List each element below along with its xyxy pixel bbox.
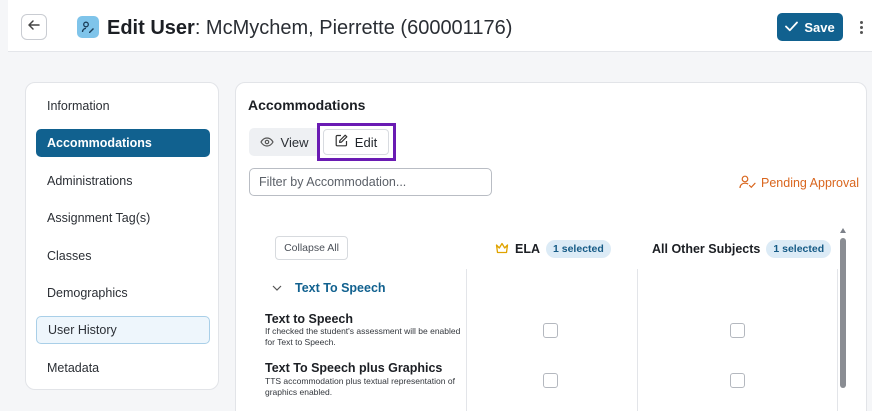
pending-approval-link[interactable]: Pending Approval [739, 174, 859, 192]
sidebar-item-label: Administrations [47, 174, 133, 188]
sidebar-item-assignment-tags[interactable]: Assignment Tag(s) [36, 204, 210, 232]
arrow-left-icon [27, 18, 41, 37]
edit-icon [335, 134, 348, 150]
sidebar-item-demographics[interactable]: Demographics [36, 279, 210, 307]
edit-user-icon [77, 16, 99, 38]
accommodation-row-description: TTS accommodation plus textual represent… [265, 376, 455, 397]
view-mode-label: View [280, 134, 309, 150]
sidebar-item-label: Assignment Tag(s) [47, 211, 151, 225]
save-button[interactable]: Save [777, 13, 843, 41]
sidebar-item-label: Classes [47, 249, 92, 263]
column-header-label: ELA [515, 242, 540, 256]
accommodation-row-title: Text to Speech [265, 312, 353, 326]
accommodation-row-title: Text To Speech plus Graphics [265, 361, 443, 375]
sidebar-item-label: Demographics [47, 286, 128, 300]
column-divider [837, 269, 838, 411]
scroll-up-arrow[interactable] [840, 228, 846, 233]
vertical-scrollbar[interactable] [840, 228, 848, 388]
group-label: Text To Speech [295, 281, 386, 295]
sidebar-item-user-history[interactable]: User History [36, 316, 210, 344]
page-title: Edit User: McMychem, Pierrette (60000117… [107, 15, 512, 41]
eye-icon [259, 135, 274, 150]
sidebar-item-administrations[interactable]: Administrations [36, 167, 210, 195]
sidebar-item-label: Information [47, 99, 110, 113]
edit-mode-label: Edit [354, 134, 378, 150]
sidebar-item-label: Accommodations [47, 136, 152, 150]
column-header-all-other-subjects: All Other Subjects 1 selected [652, 240, 832, 258]
pending-approval-label: Pending Approval [761, 176, 859, 190]
sidebar-nav: Information Accommodations Administratio… [25, 82, 219, 390]
collapse-all-button[interactable]: Collapse All [275, 236, 348, 260]
group-toggle-text-to-speech[interactable]: Text To Speech [272, 280, 386, 296]
edit-mode-button[interactable]: Edit [323, 129, 389, 155]
page-header: Edit User: McMychem, Pierrette (60000117… [8, 0, 872, 52]
sidebar-item-accommodations[interactable]: Accommodations [36, 129, 210, 157]
more-options-icon[interactable] [857, 17, 865, 37]
selected-count-badge: 1 selected [766, 240, 832, 258]
sidebar-item-metadata[interactable]: Metadata [36, 354, 210, 382]
checkbox-ela-text-to-speech[interactable] [543, 323, 558, 338]
sidebar-item-classes[interactable]: Classes [36, 242, 210, 270]
section-title: Accommodations [248, 97, 366, 113]
checkbox-other-text-to-speech[interactable] [730, 323, 745, 338]
crown-icon [495, 242, 509, 257]
chevron-down-icon [272, 281, 282, 295]
scrollbar-thumb[interactable] [840, 238, 846, 388]
checkbox-other-tts-graphics[interactable] [730, 373, 745, 388]
check-icon [785, 20, 799, 35]
filter-accommodation-input[interactable] [249, 168, 492, 196]
back-button[interactable] [21, 14, 47, 40]
sidebar-item-information[interactable]: Information [36, 92, 210, 120]
view-mode-button[interactable]: View [249, 128, 319, 156]
page-title-action: Edit User [107, 17, 195, 39]
accommodation-row-description: If checked the student's assessment will… [265, 326, 461, 347]
collapse-all-label: Collapse All [284, 242, 339, 254]
column-divider [637, 269, 638, 411]
checkbox-ela-tts-graphics[interactable] [543, 373, 558, 388]
selected-count-badge: 1 selected [546, 240, 611, 258]
user-pending-icon [739, 175, 756, 192]
page-title-user: : McMychem, Pierrette (600001176) [194, 17, 513, 39]
column-header-ela: ELA 1 selected [495, 240, 611, 258]
sidebar-item-label: User History [48, 323, 117, 337]
accommodations-panel: Accommodations View Edit Pending Approva… [235, 82, 867, 411]
column-header-label: All Other Subjects [652, 242, 761, 256]
sidebar-item-label: Metadata [47, 361, 100, 375]
save-button-label: Save [804, 19, 835, 35]
